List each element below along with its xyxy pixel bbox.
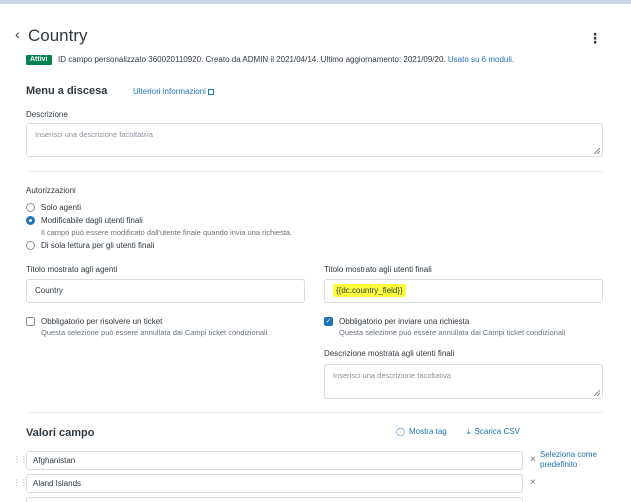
required-solve-label: Obbligatorio per risolvere un ticket (41, 317, 163, 326)
more-info-link[interactable]: Ulteriori informazioni (133, 86, 214, 97)
download-icon: ⤓ (467, 427, 471, 436)
value-text: Aland Islands (33, 479, 82, 488)
drag-handle-icon[interactable]: ⋮⋮ (13, 455, 28, 465)
value-text: Afghanistan (33, 456, 76, 465)
required-submit-hint: Questa selezione può essere annullata da… (339, 328, 566, 337)
status-badge: Attivi (26, 55, 52, 65)
usage-link[interactable]: Usato su 6 moduli. (448, 55, 514, 64)
top-bar (0, 0, 631, 4)
required-submit-label: Obbligatorio per inviare una richiesta (339, 317, 470, 326)
close-icon[interactable]: × (530, 455, 536, 465)
value-input-next[interactable] (26, 497, 523, 502)
radio-agents-only-label: Solo agenti (41, 203, 82, 212)
section-title-dropdown: Menu a discesa (26, 85, 108, 97)
value-input-aland-islands[interactable]: Aland Islands (26, 474, 523, 493)
enduser-title-label: Titolo mostrato agli utenti finali (324, 265, 432, 274)
radio-readonly-label: Di sola lettura per gli utenti finali (41, 241, 155, 250)
permissions-label: Autorizzazioni (26, 186, 76, 195)
description-textarea[interactable]: Inserisci una descrizione facoltativa (26, 123, 603, 157)
radio-editable-hint: Il campo può essere modificato dall'uten… (41, 228, 293, 237)
agent-title-label: Titolo mostrato agli agenti (26, 265, 118, 274)
radio-agents-only[interactable] (26, 203, 35, 212)
show-tags-label: Mostra tag (408, 427, 447, 436)
enduser-description-placeholder: Inserisci una descrizione facoltativa (333, 371, 451, 380)
divider (26, 171, 603, 172)
tag-icon: ◯ (396, 427, 405, 436)
enduser-description-textarea[interactable]: Inserisci una descrizione facoltativa (324, 364, 603, 399)
close-icon[interactable]: × (530, 478, 536, 488)
required-solve-hint: Questa selezione può essere annullata da… (41, 328, 268, 337)
radio-editable-label: Modificabile dagli utenti finali (41, 216, 143, 225)
agent-title-input[interactable]: Country (26, 279, 305, 303)
enduser-title-input[interactable]: {{dc.country_field}} (324, 279, 603, 303)
value-input-afghanistan[interactable]: Afghanistan (26, 451, 523, 470)
page-title: Country (28, 26, 88, 45)
agent-title-value: Country (35, 286, 64, 295)
kebab-icon[interactable]: ⋮ (588, 30, 602, 46)
resize-grip-icon[interactable] (594, 390, 600, 396)
field-meta-info: ID campo personalizzato 360020110920. Cr… (58, 55, 514, 65)
enduser-description-label: Descrizione mostrata agli utenti finali (324, 349, 455, 358)
drag-handle-icon[interactable]: ⋮⋮ (13, 478, 28, 488)
download-csv-button[interactable]: ⤓ Scarica CSV (467, 427, 520, 437)
set-default-link[interactable]: Seleziona come predefinito (540, 450, 610, 470)
chevron-left-icon[interactable]: ‹ (15, 27, 25, 41)
required-submit-checkbox[interactable]: ✓ (324, 317, 333, 326)
radio-readonly-endusers[interactable] (26, 241, 35, 250)
resize-grip-icon[interactable] (594, 148, 600, 154)
required-solve-checkbox[interactable] (26, 317, 35, 326)
meta-text: ID campo personalizzato 360020110920. Cr… (58, 55, 446, 64)
radio-editable-by-endusers[interactable] (26, 216, 35, 225)
divider (26, 412, 603, 413)
external-link-icon (207, 89, 214, 95)
field-values-title: Valori campo (26, 427, 95, 439)
description-placeholder: Inserisci una descrizione facoltativa (35, 130, 153, 139)
more-info-label: Ulteriori informazioni (133, 87, 206, 96)
download-csv-label: Scarica CSV (474, 427, 520, 436)
description-label: Descrizione (26, 110, 68, 119)
enduser-title-value: {{dc.country_field}} (333, 284, 406, 297)
show-tags-button[interactable]: ◯ Mostra tag (396, 427, 447, 437)
